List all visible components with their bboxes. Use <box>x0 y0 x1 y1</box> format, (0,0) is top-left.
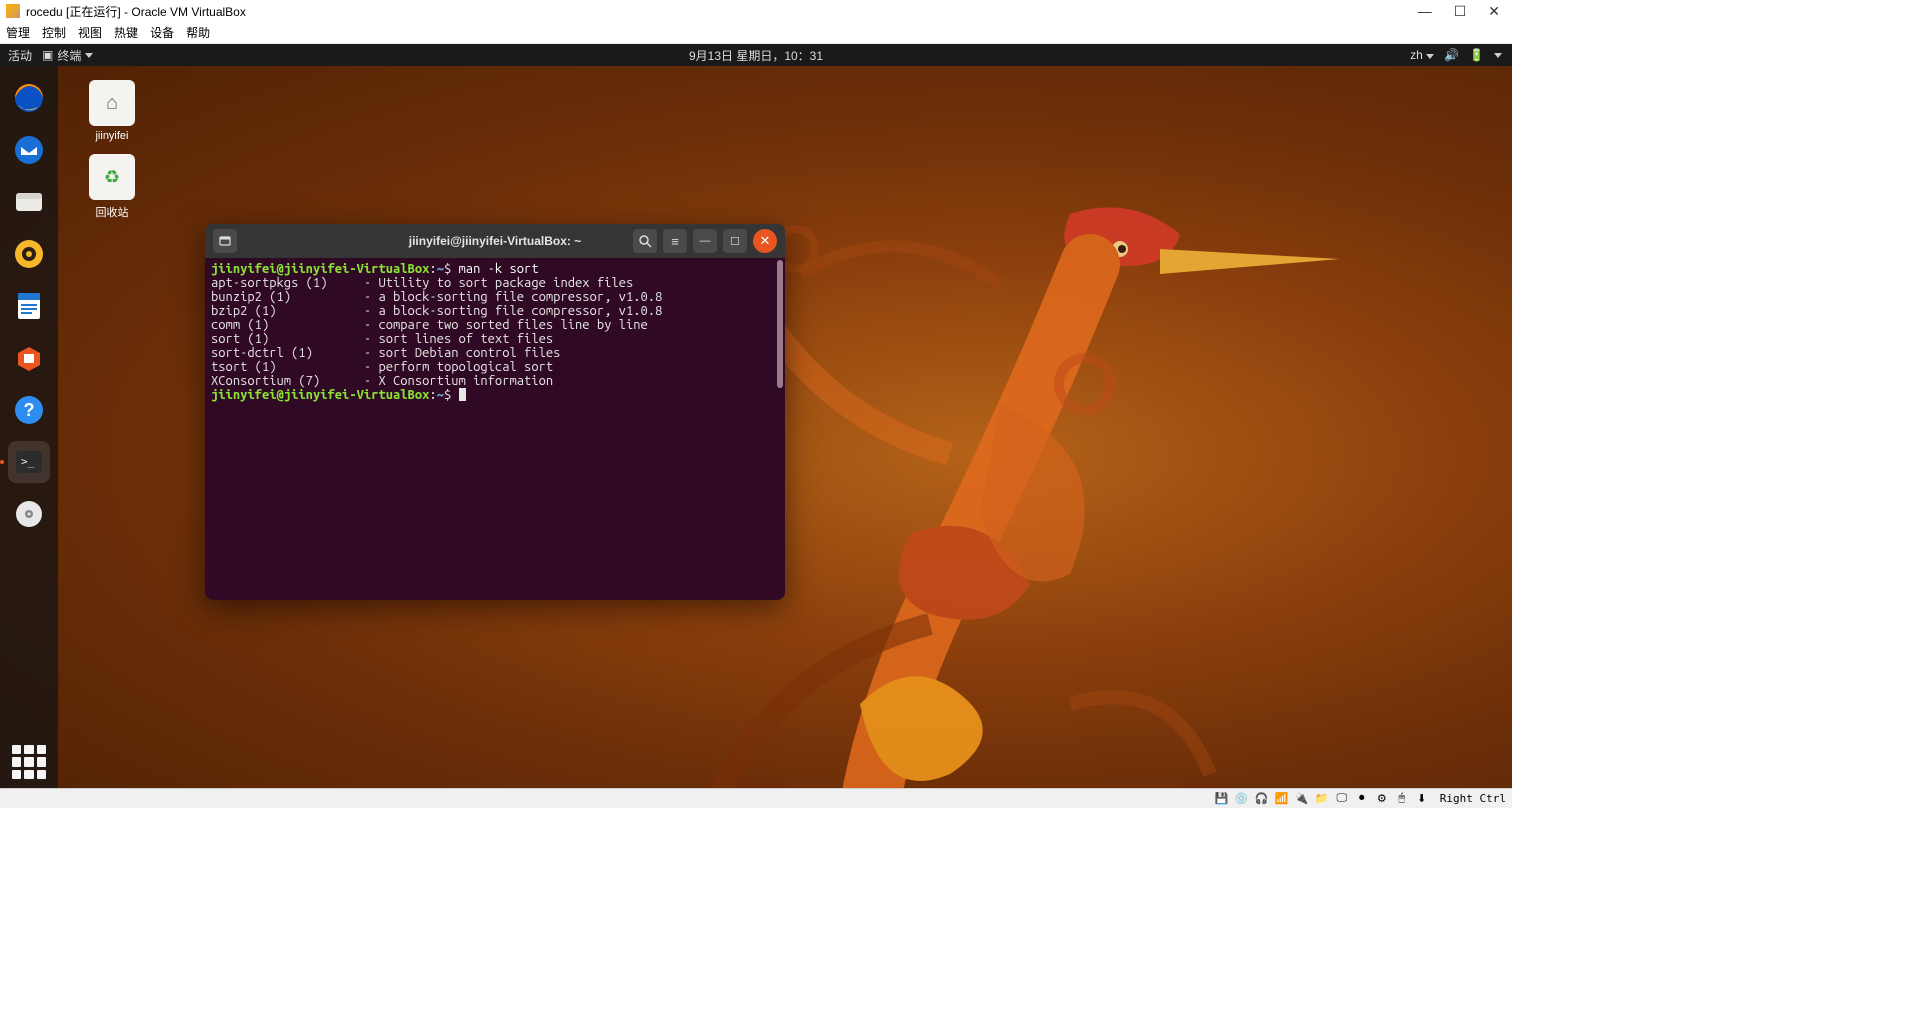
dock-ubuntu-software[interactable] <box>8 337 50 379</box>
terminal-line: sort-dctrl (1) - sort Debian control fil… <box>211 346 779 360</box>
terminal-line: jiinyifei@jiinyifei-VirtualBox:~$ <box>211 388 779 402</box>
search-icon <box>638 234 652 248</box>
guest-desktop: 活动 ▣ 终端 9月13日 星期日，10：31 zh 🔊 🔋 <box>0 44 1512 788</box>
menu-view[interactable]: 视图 <box>78 24 102 41</box>
window-title: rocedu [正在运行] - Oracle VM VirtualBox <box>26 3 1506 20</box>
status-mouse-icon[interactable]: 🖱 <box>1394 791 1410 807</box>
svg-text:?: ? <box>24 400 35 420</box>
terminal-icon: ▣ <box>42 48 53 62</box>
status-usb-icon[interactable]: 🔌 <box>1294 791 1310 807</box>
terminal-line: comm (1) - compare two sorted files line… <box>211 318 779 332</box>
chevron-down-icon <box>1494 53 1502 58</box>
home-folder-icon: ⌂ <box>89 80 135 126</box>
terminal-menu-button[interactable]: ≡ <box>663 229 687 253</box>
dock: ? >_ <box>0 66 58 788</box>
status-recording-icon[interactable]: ⏺ <box>1354 791 1370 807</box>
trash-icon: ♻ <box>89 154 135 200</box>
terminal-cursor <box>459 388 466 401</box>
terminal-minimize-button[interactable]: — <box>693 229 717 253</box>
menu-hotkey[interactable]: 热键 <box>114 24 138 41</box>
dock-thunderbird[interactable] <box>8 129 50 171</box>
dock-libreoffice-writer[interactable] <box>8 285 50 327</box>
terminal-title: jiinyifei@jiinyifei-VirtualBox: ~ <box>409 234 582 248</box>
terminal-maximize-button[interactable]: ☐ <box>723 229 747 253</box>
desktop-home-folder[interactable]: ⌂ jiinyifei <box>76 80 148 142</box>
status-network-icon[interactable]: 📶 <box>1274 791 1290 807</box>
menu-control[interactable]: 控制 <box>42 24 66 41</box>
topbar-app-label: 终端 <box>57 47 81 64</box>
terminal-line: bzip2 (1) - a block-sorting file compres… <box>211 304 779 318</box>
menu-manage[interactable]: 管理 <box>6 24 30 41</box>
desktop-icons: ⌂ jiinyifei ♻ 回收站 <box>76 80 148 232</box>
topbar-clock[interactable]: 9月13日 星期日，10：31 <box>689 47 823 64</box>
battery-icon[interactable]: 🔋 <box>1469 48 1484 62</box>
terminal-scrollbar[interactable] <box>777 260 783 388</box>
terminal-line: bunzip2 (1) - a block-sorting file compr… <box>211 290 779 304</box>
window-controls: — ☐ ✕ <box>1418 3 1500 20</box>
dock-files[interactable] <box>8 181 50 223</box>
status-hdd-icon[interactable]: 💾 <box>1214 791 1230 807</box>
dock-disc[interactable] <box>8 493 50 535</box>
minimize-button[interactable]: — <box>1418 3 1432 20</box>
close-button[interactable]: ✕ <box>1488 3 1500 20</box>
svg-text:>_: >_ <box>21 455 35 468</box>
virtualbox-statusbar: 💾 💿 🎧 📶 🔌 📁 🖵 ⏺ ⚙ 🖱 ⬇ Right Ctrl <box>0 788 1512 808</box>
terminal-new-tab-button[interactable] <box>213 229 237 253</box>
terminal-line: tsort (1) - perform topological sort <box>211 360 779 374</box>
terminal-line: sort (1) - sort lines of text files <box>211 332 779 346</box>
status-display-icon[interactable]: 🖵 <box>1334 791 1350 807</box>
gnome-topbar: 活动 ▣ 终端 9月13日 星期日，10：31 zh 🔊 🔋 <box>0 44 1512 66</box>
terminal-body[interactable]: jiinyifei@jiinyifei-VirtualBox:~$ man -k… <box>205 258 785 600</box>
chevron-down-icon <box>85 53 93 58</box>
dock-show-applications[interactable] <box>8 741 50 783</box>
dock-help[interactable]: ? <box>8 389 50 431</box>
hamburger-icon: ≡ <box>671 234 679 249</box>
virtualbox-menubar: 管理 控制 视图 热键 设备 帮助 <box>0 22 1512 44</box>
terminal-line: XConsortium (7) - X Consortium informati… <box>211 374 779 388</box>
status-hostkey-icon[interactable]: ⬇ <box>1414 791 1430 807</box>
terminal-close-button[interactable]: ✕ <box>753 229 777 253</box>
terminal-line: apt-sortpkgs (1) - Utility to sort packa… <box>211 276 779 290</box>
dock-rhythmbox[interactable] <box>8 233 50 275</box>
terminal-search-button[interactable] <box>633 229 657 253</box>
terminal-titlebar[interactable]: jiinyifei@jiinyifei-VirtualBox: ~ ≡ — ☐ … <box>205 224 785 258</box>
virtualbox-titlebar: rocedu [正在运行] - Oracle VM VirtualBox — ☐… <box>0 0 1512 22</box>
status-optical-icon[interactable]: 💿 <box>1234 791 1250 807</box>
desktop-icon-label: jiinyifei <box>76 130 148 142</box>
activities-button[interactable]: 活动 <box>8 47 32 64</box>
menu-help[interactable]: 帮助 <box>186 24 210 41</box>
chevron-down-icon <box>1426 54 1434 59</box>
new-tab-icon <box>218 234 232 248</box>
hostkey-label: Right Ctrl <box>1440 792 1506 805</box>
terminal-window: jiinyifei@jiinyifei-VirtualBox: ~ ≡ — ☐ … <box>205 224 785 600</box>
menu-devices[interactable]: 设备 <box>150 24 174 41</box>
apps-grid-icon <box>12 745 46 779</box>
desktop-icon-label: 回收站 <box>76 204 148 220</box>
dock-terminal[interactable]: >_ <box>8 441 50 483</box>
terminal-line: jiinyifei@jiinyifei-VirtualBox:~$ man -k… <box>211 262 779 276</box>
desktop-trash[interactable]: ♻ 回收站 <box>76 154 148 220</box>
dock-firefox[interactable] <box>8 77 50 119</box>
input-method-indicator[interactable]: zh <box>1410 48 1434 62</box>
status-shared-icon[interactable]: 📁 <box>1314 791 1330 807</box>
virtualbox-app-icon <box>6 4 20 18</box>
volume-icon[interactable]: 🔊 <box>1444 48 1459 62</box>
status-audio-icon[interactable]: 🎧 <box>1254 791 1270 807</box>
maximize-button[interactable]: ☐ <box>1454 3 1467 20</box>
topbar-app-menu[interactable]: ▣ 终端 <box>42 47 93 64</box>
status-processor-icon[interactable]: ⚙ <box>1374 791 1390 807</box>
